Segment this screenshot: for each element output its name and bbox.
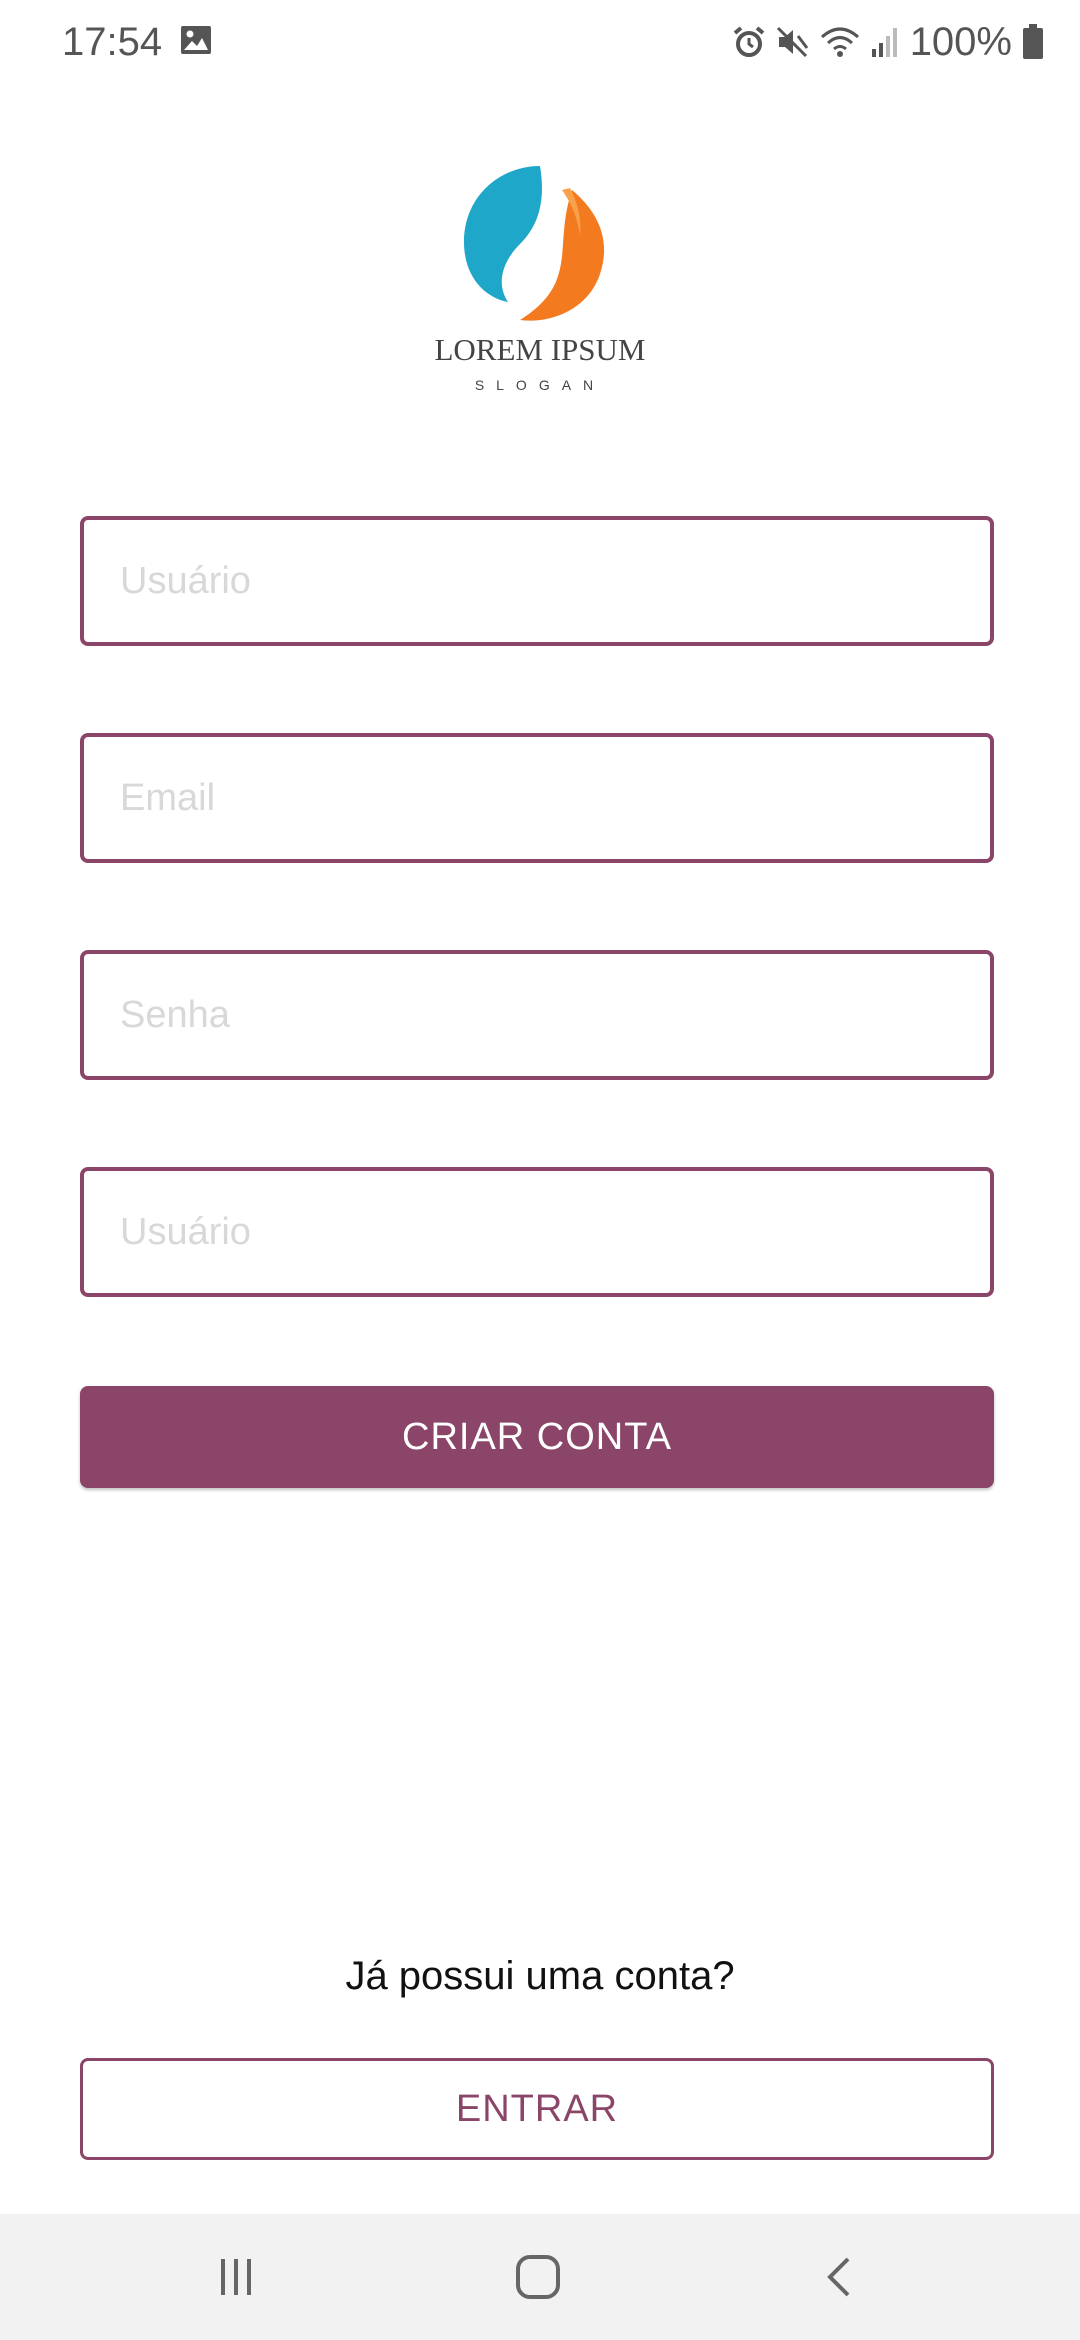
alarm-icon [732,25,766,59]
password-input[interactable] [120,993,990,1037]
status-icons: 100% [732,18,1044,66]
home-icon[interactable] [498,2242,578,2312]
create-account-button[interactable]: CRIAR CONTA [80,1386,994,1488]
app-logo: LOREM IPSUM SLOGAN [420,160,660,400]
email-field[interactable] [80,733,994,863]
username-input[interactable] [120,559,990,603]
battery-icon [1022,24,1044,60]
status-bar: 17:54 100% [0,0,1080,84]
battery-level: 100% [909,20,1012,64]
signal-icon [870,25,900,59]
password-field[interactable] [80,950,994,1080]
username-field[interactable] [80,516,994,646]
gallery-icon [180,24,212,56]
system-nav-bar [0,2214,1080,2340]
username-confirm-field[interactable] [80,1167,994,1297]
back-icon[interactable] [800,2242,880,2312]
logo-slogan: SLOGAN [475,377,605,393]
email-input[interactable] [120,776,990,820]
username-confirm-input[interactable] [120,1210,990,1254]
status-time: 17:54 [62,20,163,64]
logo-title: LOREM IPSUM [434,332,645,367]
mute-icon [776,25,810,59]
login-prompt: Já possui uma conta? [345,1954,735,1998]
login-button[interactable]: ENTRAR [80,2058,994,2160]
wifi-icon [820,25,860,59]
recent-apps-icon[interactable] [196,2242,276,2312]
